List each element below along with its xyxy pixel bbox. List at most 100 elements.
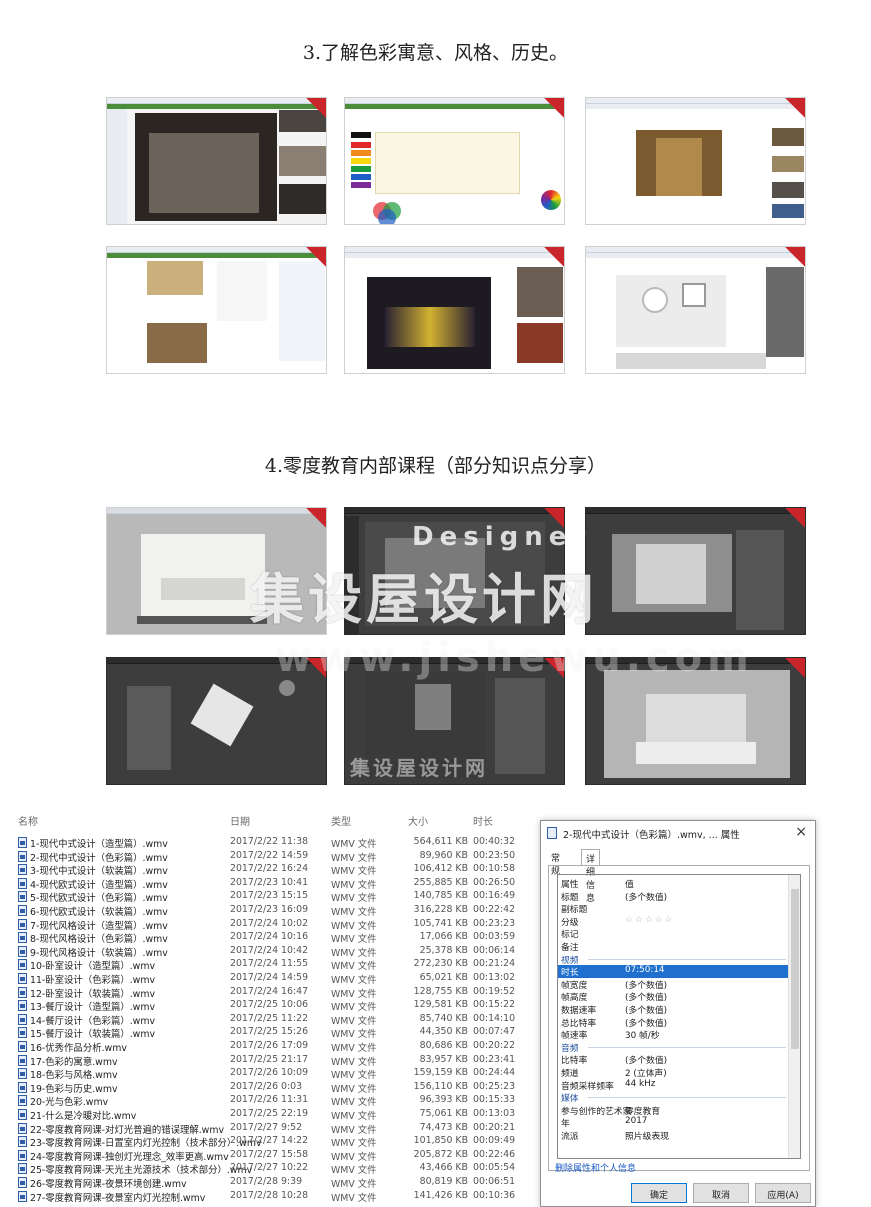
file-type: WMV 文件: [331, 1151, 377, 1163]
property-group-header[interactable]: 媒体: [558, 1091, 790, 1104]
apply-button[interactable]: 应用(A): [755, 1183, 811, 1203]
property-group-header[interactable]: 音频: [558, 1041, 790, 1054]
property-row[interactable]: 参与创作的艺术家 零度教育: [558, 1104, 790, 1117]
property-row[interactable]: 副标题: [558, 902, 790, 915]
file-length: 00:07:47: [473, 1026, 516, 1038]
file-name: 15-餐厅设计（软装篇）.wmv: [30, 1029, 156, 1041]
ok-button[interactable]: 确定: [631, 1183, 687, 1203]
file-row[interactable]: 6-现代欧式设计（软装篇）.wmv 2017/2/23 16:09 WMV 文件 31…: [14, 904, 539, 918]
file-name: 22-零度教育网课-对灯光普遍的错误理解.wmv: [30, 1124, 225, 1136]
file-type: WMV 文件: [331, 1043, 377, 1054]
file-row[interactable]: 27-零度教育网课-夜景室内灯光控制.wmv 2017/2/28 10:28 WMV…: [14, 1190, 539, 1204]
screenshot-cathedral-search: [585, 97, 806, 225]
file-row[interactable]: 5-现代欧式设计（色彩篇）.wmv 2017/2/23 15:15 WMV 文件 14…: [14, 890, 539, 904]
property-row[interactable]: 标记: [558, 927, 790, 940]
property-row[interactable]: 分级 ☆☆☆☆☆: [558, 915, 790, 928]
file-date: 2017/2/26 11:31: [230, 1094, 309, 1106]
file-length: 00:10:58: [473, 863, 516, 875]
file-row[interactable]: 17-色彩的寓意.wmv 2017/2/25 21:17 WMV 文件 83,957 …: [14, 1054, 539, 1068]
property-key: 属性: [561, 880, 579, 890]
property-value: 照片级表现: [625, 1132, 669, 1142]
property-list[interactable]: 属性 值标题 (多个数值) 副标题 分级 ☆☆☆☆☆ 标记备注 视频 时长 07:50:14 帧宽度…: [557, 874, 801, 1159]
tab-details[interactable]: 详细信息: [581, 849, 601, 904]
property-key: 时长: [561, 968, 579, 979]
scrollbar[interactable]: [788, 875, 800, 1158]
property-row[interactable]: 时长 07:50:14: [558, 965, 790, 978]
file-row[interactable]: 11-卧室设计（色彩篇）.wmv 2017/2/24 14:59 WMV 文件 65,…: [14, 972, 539, 986]
file-size: 101,850 KB: [413, 1135, 468, 1147]
property-row[interactable]: 比特率 (多个数值): [558, 1053, 790, 1066]
remove-properties-link[interactable]: 删除属性和个人信息: [555, 1161, 636, 1174]
file-size: 96,393 KB: [419, 1094, 468, 1106]
video-file-icon: [18, 1122, 27, 1134]
file-type: WMV 文件: [331, 866, 377, 878]
property-row[interactable]: 标题 (多个数值): [558, 890, 790, 903]
column-length[interactable]: 时长: [473, 813, 493, 828]
file-row[interactable]: 21-什么是冷暖对比.wmv 2017/2/25 22:19 WMV 文件 75,06…: [14, 1108, 539, 1122]
file-name: 26-零度教育网课-夜景环境创建.wmv: [30, 1179, 187, 1190]
file-size: 85,740 KB: [419, 1012, 468, 1024]
file-row[interactable]: 20-光与色彩.wmv 2017/2/26 11:31 WMV 文件 96,393 K…: [14, 1094, 539, 1108]
property-row[interactable]: 年 2017: [558, 1116, 790, 1129]
property-row[interactable]: 音频采样频率 44 kHz: [558, 1079, 790, 1092]
file-date: 2017/2/24 16:47: [230, 985, 309, 997]
file-row[interactable]: 14-餐厅设计（色彩篇）.wmv 2017/2/25 11:22 WMV 文件 85,…: [14, 1013, 539, 1027]
file-row[interactable]: 10-卧室设计（造型篇）.wmv 2017/2/24 11:55 WMV 文件 272…: [14, 958, 539, 972]
file-row[interactable]: 19-色彩与历史.wmv 2017/2/26 0:03 WMV 文件 156,110 …: [14, 1081, 539, 1095]
file-length: 00:10:36: [473, 1189, 516, 1201]
tab-general[interactable]: 常规: [547, 849, 564, 877]
property-row[interactable]: 流派 照片级表现: [558, 1129, 790, 1142]
file-size: 17,066 KB: [419, 931, 468, 943]
property-value: (多个数值): [625, 892, 668, 903]
file-row[interactable]: 13-餐厅设计（造型篇）.wmv 2017/2/25 10:06 WMV 文件 129…: [14, 999, 539, 1013]
video-file-icon: [18, 1095, 27, 1107]
property-row[interactable]: 帧高度 (多个数值): [558, 990, 790, 1003]
property-key: 音频: [561, 1043, 579, 1054]
property-row[interactable]: 属性 值: [558, 877, 790, 890]
file-row[interactable]: 1-现代中式设计（造型篇）.wmv 2017/2/22 11:38 WMV 文件 56…: [14, 836, 539, 850]
video-file-icon: [18, 1000, 27, 1012]
file-row[interactable]: 22-零度教育网课-对灯光普遍的错误理解.wmv 2017/2/27 9:52 WM…: [14, 1122, 539, 1136]
file-row[interactable]: 8-现代风格设计（色彩篇）.wmv 2017/2/24 10:16 WMV 文件 17…: [14, 931, 539, 945]
property-key: 帧高度: [561, 993, 588, 1004]
close-icon[interactable]: ×: [795, 824, 807, 840]
cancel-button[interactable]: 取消: [693, 1183, 749, 1203]
file-size: 74,473 KB: [419, 1121, 468, 1133]
file-length: 00:20:21: [473, 1121, 516, 1133]
property-group-header[interactable]: 视频: [558, 953, 790, 966]
property-row[interactable]: 帧速率 30 帧/秒: [558, 1028, 790, 1041]
file-row[interactable]: 24-零度教育网课-独创灯光理念_效率更高.wmv 2017/2/27 15:58…: [14, 1149, 539, 1163]
file-row[interactable]: 26-零度教育网课-夜景环境创建.wmv 2017/2/28 9:39 WMV 文件…: [14, 1176, 539, 1190]
file-type: WMV 文件: [331, 852, 377, 864]
file-row[interactable]: 9-现代风格设计（软装篇）.wmv 2017/2/24 10:42 WMV 文件 25…: [14, 945, 539, 959]
file-row[interactable]: 12-卧室设计（软装篇）.wmv 2017/2/24 16:47 WMV 文件 128…: [14, 986, 539, 1000]
watermark-main: 集设屋设计网: [250, 568, 598, 631]
file-row[interactable]: 25-零度教育网课-天光主光源技术（技术部分）.wmv 2017/2/27 10:…: [14, 1162, 539, 1176]
file-length: 00:19:52: [473, 985, 516, 997]
file-type: WMV 文件: [331, 1192, 377, 1204]
file-row[interactable]: 15-餐厅设计（软装篇）.wmv 2017/2/25 15:26 WMV 文件 44,…: [14, 1026, 539, 1040]
property-row[interactable]: 总比特率 (多个数值): [558, 1016, 790, 1029]
property-row[interactable]: 频道 2 (立体声): [558, 1066, 790, 1079]
file-row[interactable]: 16-优秀作品分析.wmv 2017/2/26 17:09 WMV 文件 80,686…: [14, 1040, 539, 1054]
property-row[interactable]: 数据速率 (多个数值): [558, 1003, 790, 1016]
column-type[interactable]: 类型: [331, 813, 351, 828]
file-row[interactable]: 3-现代中式设计（软装篇）.wmv 2017/2/22 16:24 WMV 文件 10…: [14, 863, 539, 877]
file-row[interactable]: 4-现代欧式设计（造型篇）.wmv 2017/2/23 10:41 WMV 文件 25…: [14, 877, 539, 891]
column-size[interactable]: 大小: [408, 813, 428, 828]
watermark-url: www.jishewu.com: [275, 635, 754, 681]
file-row[interactable]: 18-色彩与风格.wmv 2017/2/26 10:09 WMV 文件 159,159…: [14, 1067, 539, 1081]
property-row[interactable]: 帧宽度 (多个数值): [558, 978, 790, 991]
dialog-titlebar[interactable]: 2-现代中式设计（色彩篇）.wmv, ... 属性 ×: [541, 821, 815, 845]
property-key: 备注: [561, 943, 579, 953]
property-row[interactable]: 备注: [558, 940, 790, 953]
video-file-icon: [18, 1081, 27, 1093]
file-row[interactable]: 7-现代风格设计（造型篇）.wmv 2017/2/24 10:02 WMV 文件 10…: [14, 918, 539, 932]
file-row[interactable]: 2-现代中式设计（色彩篇）.wmv 2017/2/22 14:59 WMV 文件 89…: [14, 850, 539, 864]
file-size: 159,159 KB: [413, 1067, 468, 1079]
file-name: 12-卧室设计（软装篇）.wmv: [30, 988, 156, 1000]
file-row[interactable]: 23-零度教育网课-日置室内灯光控制（技术部分）.wmv 2017/2/27 14…: [14, 1135, 539, 1149]
column-name[interactable]: 名称: [18, 813, 38, 828]
column-date[interactable]: 日期: [230, 813, 250, 828]
file-date: 2017/2/22 16:24: [230, 863, 309, 875]
